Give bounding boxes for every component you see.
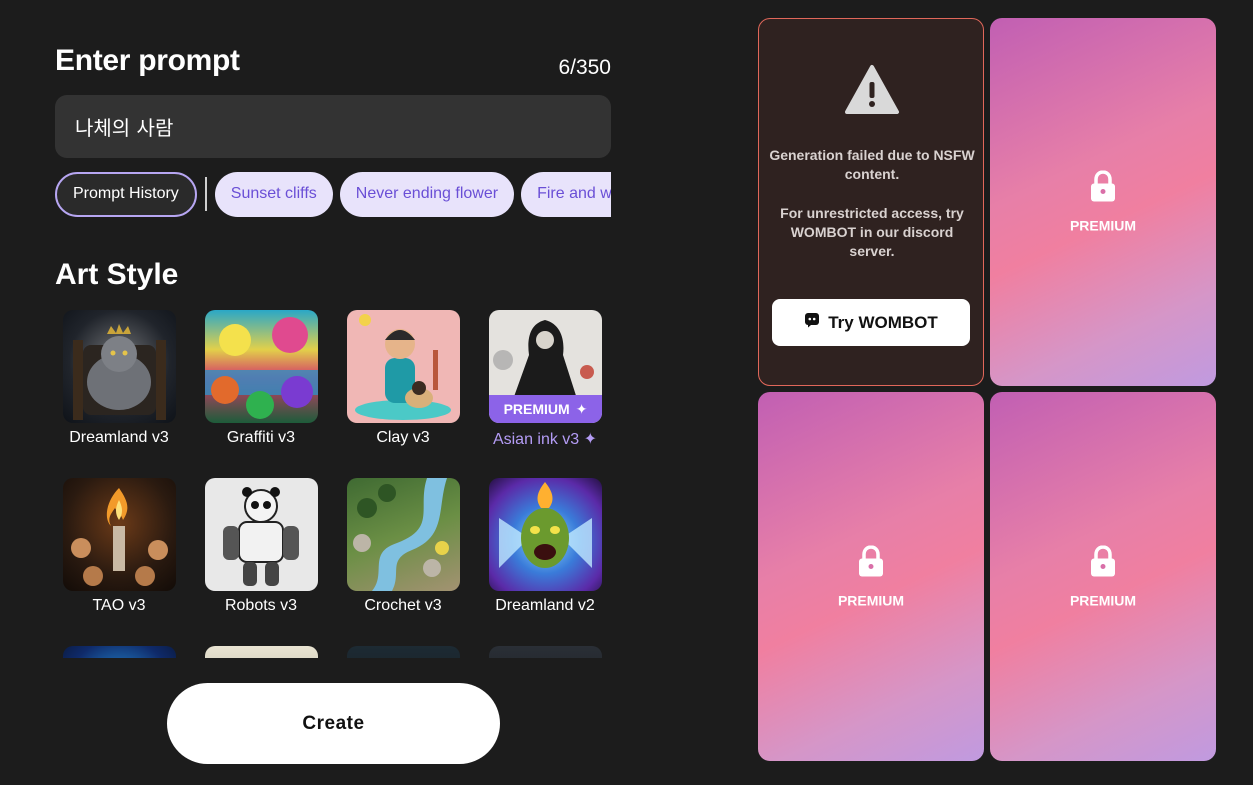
warning-icon (844, 64, 900, 121)
lock-icon (990, 544, 1216, 582)
prompt-title: Enter prompt (55, 44, 240, 77)
style-thumbnail (347, 646, 460, 658)
left-panel: Enter prompt 6/350 나체의 사람 Prompt History… (55, 0, 611, 785)
style-tile-dreamland-v3[interactable]: Dreamland v3 (55, 310, 195, 460)
style-label: Dreamland v3 (69, 429, 169, 446)
style-tile-row3-4[interactable] (481, 646, 611, 658)
failed-detail: For unrestricted access, try WOMBOT in o… (780, 205, 964, 259)
discord-icon (804, 312, 820, 333)
style-thumbnail (205, 310, 318, 423)
premium-result-card[interactable]: PREMIUM (990, 392, 1216, 761)
style-tile-robots-v3[interactable]: Robots v3 (197, 478, 337, 628)
art-style-title: Art Style (55, 258, 179, 291)
style-thumbnail (63, 310, 176, 423)
style-thumbnail (489, 646, 602, 658)
suggestion-chip[interactable]: Fire and water (521, 171, 611, 217)
style-tile-asian-ink-v3[interactable]: PREMIUM ✦ Asian ink v3 ✦ (481, 310, 611, 460)
failed-result-card: Generation failed due to NSFW content. F… (758, 18, 984, 386)
style-thumbnail (347, 310, 460, 423)
sparkle-icon: ✦ (575, 400, 588, 417)
style-label: Robots v3 (224, 597, 298, 614)
premium-label: PREMIUM (1069, 592, 1137, 608)
lock-icon (990, 170, 1216, 208)
prompt-history-button[interactable]: Prompt History (55, 171, 197, 217)
style-tile-row3-1[interactable] (55, 646, 195, 658)
art-style-grid: Dreamland v3 Graffiti v3 Clay v3 PREMIUM… (55, 310, 611, 658)
premium-label: PREMIUM (1069, 217, 1137, 234)
prompt-chips: Prompt History Sunset cliffs Never endin… (55, 171, 611, 217)
try-wombot-button[interactable]: Try WOMBOT (772, 299, 970, 346)
style-tile-row3-2[interactable] (197, 646, 337, 658)
try-wombot-label: Try WOMBOT (828, 312, 938, 332)
style-thumbnail (205, 478, 318, 591)
style-thumbnail (205, 646, 318, 658)
style-label: Crochet v3 (364, 597, 442, 614)
style-label: Dreamland v2 (495, 597, 595, 614)
suggestion-chip[interactable]: Sunset cliffs (214, 171, 333, 217)
style-label: Asian ink v3 ✦ (492, 431, 598, 448)
style-tile-tao-v3[interactable]: TAO v3 (55, 478, 195, 628)
premium-label: PREMIUM (837, 592, 905, 608)
style-tile-clay-v3[interactable]: Clay v3 (339, 310, 479, 460)
style-label: Clay v3 (376, 429, 430, 446)
style-thumbnail (63, 478, 176, 591)
style-thumbnail (489, 478, 602, 591)
chip-divider (204, 177, 207, 211)
premium-result-card[interactable]: PREMIUM (758, 392, 984, 761)
style-tile-crochet-v3[interactable]: Crochet v3 (339, 478, 479, 628)
style-thumbnail (347, 478, 460, 591)
app-page: Enter prompt 6/350 나체의 사람 Prompt History… (0, 0, 1253, 785)
style-tile-graffiti-v3[interactable]: Graffiti v3 (197, 310, 337, 460)
premium-tag-label: PREMIUM (503, 401, 570, 417)
style-label: Graffiti v3 (226, 429, 296, 446)
style-thumbnail (63, 646, 176, 658)
create-button[interactable]: Create (167, 683, 500, 764)
failed-message: Generation failed due to NSFW content. (769, 147, 975, 182)
premium-tag: PREMIUM ✦ (489, 395, 602, 423)
style-thumbnail: PREMIUM ✦ (489, 310, 602, 423)
prompt-input[interactable]: 나체의 사람 (55, 95, 611, 158)
style-tile-row3-3[interactable] (339, 646, 479, 658)
suggestion-chip[interactable]: Never ending flower (339, 171, 515, 217)
style-label: TAO v3 (92, 597, 146, 614)
premium-result-card[interactable]: PREMIUM (990, 18, 1216, 386)
char-count: 6/350 (558, 56, 611, 79)
lock-icon (758, 544, 984, 582)
style-tile-dreamland-v2[interactable]: Dreamland v2 (481, 478, 611, 628)
